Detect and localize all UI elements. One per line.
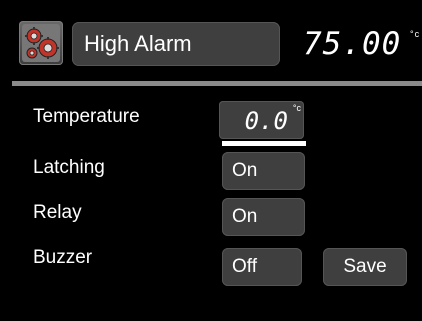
relay-label: Relay [33,202,82,223]
temperature-label: Temperature [33,106,140,127]
settings-button[interactable] [19,21,63,65]
latching-toggle[interactable]: On [222,152,305,190]
save-button[interactable]: Save [323,248,407,286]
header-bar: High Alarm 75.00 °c [0,0,422,80]
current-value-unit: °c [410,29,421,39]
relay-toggle[interactable]: On [222,198,305,236]
divider [12,81,422,86]
alarm-title-label: High Alarm [84,31,192,56]
save-label: Save [343,256,387,277]
temperature-value: 0.0 [244,107,288,135]
latching-label: Latching [33,157,105,178]
buzzer-toggle[interactable]: Off [222,248,302,286]
alarm-title[interactable]: High Alarm [72,22,280,66]
temperature-focus-underline [222,141,306,146]
temperature-unit: °c [292,103,301,113]
buzzer-value: Off [232,256,257,277]
temperature-input[interactable]: 0.0 °c [219,101,304,139]
current-value: 75.00 [303,26,402,62]
relay-value: On [232,206,258,227]
current-value-readout: 75.00 °c [303,24,419,64]
buzzer-label: Buzzer [33,247,93,268]
gears-icon [22,24,60,62]
latching-value: On [232,160,258,181]
